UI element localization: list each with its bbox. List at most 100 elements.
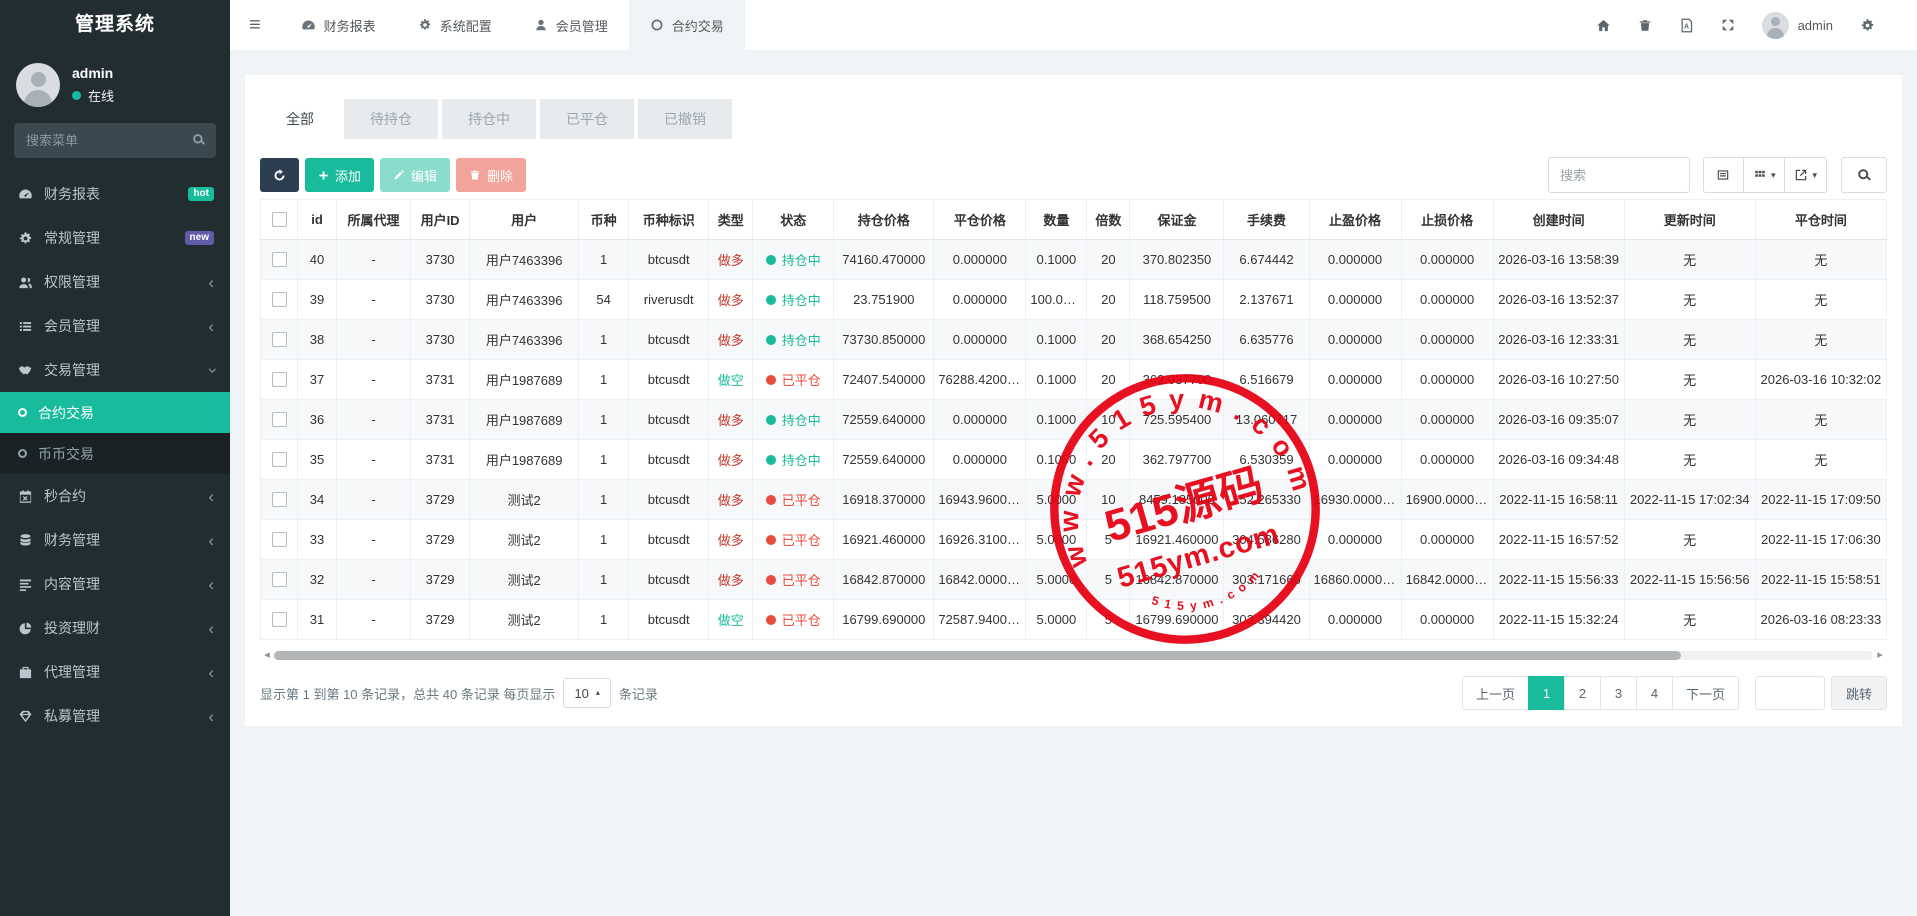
topbar-tab[interactable]: 会员管理: [513, 0, 629, 50]
scroll-right-icon[interactable]: ▸: [1873, 650, 1887, 661]
cell: 118.759500: [1130, 280, 1224, 320]
edit-button[interactable]: 编辑: [380, 158, 450, 192]
row-checkbox[interactable]: [272, 252, 287, 267]
pagination-button[interactable]: 上一页: [1462, 676, 1529, 710]
scrollbar-thumb[interactable]: [274, 651, 1681, 660]
column-header[interactable]: 类型: [709, 200, 753, 240]
add-button[interactable]: 添加: [305, 158, 374, 192]
pagination-button[interactable]: 下一页: [1672, 676, 1739, 710]
table-search-input[interactable]: [1548, 157, 1690, 193]
column-header[interactable]: 用户ID: [411, 200, 470, 240]
topbar-tab[interactable]: 系统配置: [397, 0, 513, 50]
detail-view-button[interactable]: [1703, 157, 1744, 193]
pagination-button[interactable]: 3: [1600, 676, 1637, 710]
search-button[interactable]: [1841, 157, 1887, 193]
column-header[interactable]: 平仓时间: [1755, 200, 1886, 240]
column-header[interactable]: 创建时间: [1493, 200, 1624, 240]
delete-button[interactable]: 删除: [456, 158, 526, 192]
table-row[interactable]: 34 - 3729 测试2 1 btcusdt 做多 已平仓 16918.370…: [261, 480, 1887, 520]
column-header[interactable]: 倍数: [1087, 200, 1130, 240]
row-checkbox[interactable]: [272, 532, 287, 547]
filter-tab[interactable]: 持仓中: [442, 99, 536, 139]
refresh-button[interactable]: [260, 158, 299, 192]
pagination-button[interactable]: 4: [1636, 676, 1673, 710]
column-header[interactable]: 止盈价格: [1309, 200, 1401, 240]
column-header[interactable]: 数量: [1026, 200, 1087, 240]
row-checkbox[interactable]: [272, 372, 287, 387]
pagination-button[interactable]: 1: [1528, 676, 1565, 710]
column-header[interactable]: 币种: [579, 200, 629, 240]
sidebar-menu-item[interactable]: 常规管理 new: [0, 216, 230, 260]
scroll-left-icon[interactable]: ◂: [260, 650, 274, 661]
sidebar-menu-item[interactable]: 秒合约 ‹: [0, 474, 230, 518]
table-row[interactable]: 32 - 3729 测试2 1 btcusdt 做多 已平仓 16842.870…: [261, 560, 1887, 600]
sidebar-menu-item[interactable]: 投资理财 ‹: [0, 606, 230, 650]
cell: [261, 320, 298, 360]
filter-tab[interactable]: 全部: [260, 95, 340, 143]
filter-tab[interactable]: 已撤销: [638, 99, 732, 139]
column-header[interactable]: 币种标识: [629, 200, 709, 240]
sidebar-submenu-item[interactable]: 币币交易: [0, 433, 230, 474]
sidebar-menu-item[interactable]: 财务管理 ‹: [0, 518, 230, 562]
column-header[interactable]: 所属代理: [337, 200, 411, 240]
sidebar-menu-item[interactable]: 会员管理 ‹: [0, 304, 230, 348]
cell: btcusdt: [629, 440, 709, 480]
column-header[interactable]: 平仓价格: [934, 200, 1026, 240]
trash-icon[interactable]: [1638, 18, 1652, 33]
table-row[interactable]: 37 - 3731 用户1987689 1 btcusdt 做空 已平仓 724…: [261, 360, 1887, 400]
page-size-select[interactable]: 10 ▴: [563, 678, 610, 708]
home-icon[interactable]: [1596, 18, 1611, 33]
table-row[interactable]: 36 - 3731 用户1987689 1 btcusdt 做多 持仓中 725…: [261, 400, 1887, 440]
table-row[interactable]: 40 - 3730 用户7463396 1 btcusdt 做多 持仓中 741…: [261, 240, 1887, 280]
table-row[interactable]: 31 - 3729 测试2 1 btcusdt 做空 已平仓 16799.690…: [261, 600, 1887, 640]
column-header[interactable]: 用户: [470, 200, 579, 240]
sidebar-menu-item[interactable]: 代理管理 ‹: [0, 650, 230, 694]
sidebar-menu-item[interactable]: 权限管理 ‹: [0, 260, 230, 304]
cell: 0.000000: [934, 320, 1026, 360]
export-button[interactable]: ▾: [1784, 157, 1827, 193]
column-header[interactable]: 状态: [753, 200, 834, 240]
fullscreen-icon[interactable]: [1721, 18, 1735, 32]
column-header[interactable]: 手续费: [1224, 200, 1309, 240]
row-checkbox[interactable]: [272, 492, 287, 507]
menu-toggle-icon[interactable]: ≡: [230, 0, 280, 50]
filter-tab[interactable]: 已平仓: [540, 99, 634, 139]
sidebar-menu-item[interactable]: 内容管理 ‹: [0, 562, 230, 606]
topbar-user-menu[interactable]: admin: [1762, 12, 1833, 39]
table-row[interactable]: 39 - 3730 用户7463396 54 riverusdt 做多 持仓中 …: [261, 280, 1887, 320]
page-jump-input[interactable]: [1755, 676, 1825, 710]
table-row[interactable]: 35 - 3731 用户1987689 1 btcusdt 做多 持仓中 725…: [261, 440, 1887, 480]
cell: 用户1987689: [470, 440, 579, 480]
topbar-tab[interactable]: 财务报表: [280, 0, 397, 50]
table-row[interactable]: 33 - 3729 测试2 1 btcusdt 做多 已平仓 16921.460…: [261, 520, 1887, 560]
row-checkbox[interactable]: [272, 332, 287, 347]
select-all-checkbox[interactable]: [272, 212, 287, 227]
filter-tab[interactable]: 待持仓: [344, 99, 438, 139]
settings-gears-icon[interactable]: [1860, 18, 1875, 33]
sidebar-search-input[interactable]: [14, 123, 216, 158]
row-checkbox[interactable]: [272, 612, 287, 627]
row-checkbox[interactable]: [272, 572, 287, 587]
scrollbar-track[interactable]: [274, 651, 1873, 660]
column-header[interactable]: id: [298, 200, 337, 240]
chevron-down-icon: ▾: [1812, 171, 1817, 180]
sidebar-menu-item[interactable]: 交易管理 ‹: [0, 348, 230, 392]
row-checkbox[interactable]: [272, 292, 287, 307]
columns-button[interactable]: ▾: [1743, 157, 1786, 193]
column-header[interactable]: 止损价格: [1401, 200, 1493, 240]
page-jump-button[interactable]: 跳转: [1831, 676, 1887, 710]
translate-icon[interactable]: A: [1679, 18, 1694, 33]
row-checkbox[interactable]: [272, 452, 287, 467]
search-icon[interactable]: [192, 133, 206, 147]
chevron-icon: ‹: [208, 488, 214, 505]
pagination-button[interactable]: 2: [1564, 676, 1601, 710]
sidebar-menu-item[interactable]: 私募管理 ‹: [0, 694, 230, 738]
sidebar-submenu-item[interactable]: 合约交易: [0, 392, 230, 433]
sidebar-menu-item[interactable]: 财务报表 hot: [0, 172, 230, 216]
column-header[interactable]: 保证金: [1130, 200, 1224, 240]
row-checkbox[interactable]: [272, 412, 287, 427]
column-header[interactable]: 更新时间: [1624, 200, 1755, 240]
table-row[interactable]: 38 - 3730 用户7463396 1 btcusdt 做多 持仓中 737…: [261, 320, 1887, 360]
topbar-tab[interactable]: 合约交易: [629, 0, 745, 50]
column-header[interactable]: 持仓价格: [834, 200, 934, 240]
